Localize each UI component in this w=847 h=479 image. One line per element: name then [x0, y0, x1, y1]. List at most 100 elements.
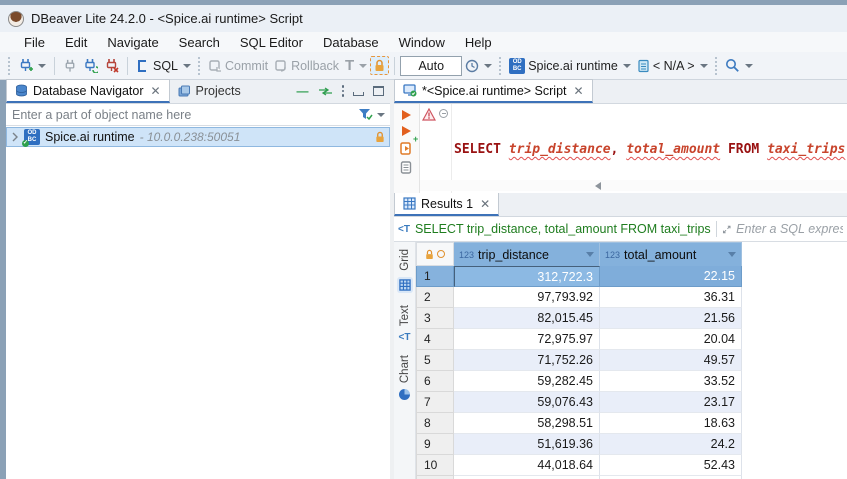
tab-projects[interactable]: Projects	[170, 79, 249, 103]
search-button[interactable]	[722, 56, 756, 75]
transaction-log-button[interactable]: T	[342, 55, 370, 76]
row-number[interactable]: 1	[416, 266, 454, 287]
cell-trip_distance[interactable]: 97,793.92	[454, 287, 600, 308]
expand-panel-icon[interactable]	[722, 223, 731, 236]
grid-corner-cell[interactable]	[416, 242, 454, 266]
scroll-left-icon[interactable]	[595, 182, 601, 190]
cell-total_amount[interactable]: 21.56	[600, 308, 742, 329]
cell-trip_distance[interactable]: 312,722.3	[454, 266, 600, 287]
new-connection-button[interactable]	[15, 56, 49, 75]
reconnect-button[interactable]	[80, 56, 101, 75]
cell-total_amount[interactable]: 24.2	[600, 434, 742, 455]
cell-total_amount[interactable]: 20.04	[600, 329, 742, 350]
cell-total_amount[interactable]: 36.31	[600, 287, 742, 308]
menu-edit[interactable]: Edit	[55, 33, 97, 52]
execute-statement-icon[interactable]	[402, 110, 411, 120]
cell-trip_distance[interactable]: 71,752.26	[454, 350, 600, 371]
menu-sql-editor[interactable]: SQL Editor	[230, 33, 313, 52]
sql-editor-button[interactable]: SQL	[133, 57, 194, 75]
menu-file[interactable]: File	[14, 33, 55, 52]
table-row[interactable]: 1044,018.6452.43	[416, 455, 742, 476]
row-number[interactable]: 4	[416, 329, 454, 350]
title-bar[interactable]: DBeaver Lite 24.2.0 - <Spice.ai runtime>…	[0, 5, 847, 32]
grid-presentation-icon[interactable]	[397, 277, 413, 293]
column-header-trip-distance[interactable]: 123 trip_distance	[454, 242, 600, 266]
connect-button[interactable]	[60, 57, 80, 75]
cell-trip_distance[interactable]: 72,975.97	[454, 329, 600, 350]
table-row[interactable]: 297,793.9236.31	[416, 287, 742, 308]
chevron-down-icon[interactable]	[484, 64, 492, 68]
menu-database[interactable]: Database	[313, 33, 389, 52]
rollback-button[interactable]: Rollback	[271, 57, 342, 75]
cell-total_amount[interactable]: 22.15	[600, 266, 742, 287]
view-menu-icon[interactable]	[342, 85, 345, 97]
row-number[interactable]: 5	[416, 350, 454, 371]
disconnect-button[interactable]	[101, 56, 122, 75]
link-with-editor-icon[interactable]	[318, 87, 333, 96]
menu-window[interactable]: Window	[389, 33, 455, 52]
text-presentation-icon[interactable]: <T	[399, 332, 411, 343]
autocommit-toggle-button[interactable]	[370, 56, 389, 75]
object-filter-input[interactable]	[6, 106, 358, 124]
cell-total_amount[interactable]: 18.63	[600, 413, 742, 434]
cell-trip_distance[interactable]: 44,018.64	[454, 455, 600, 476]
tab-results-1[interactable]: Results 1 ✕	[394, 192, 499, 216]
result-grid[interactable]: 123 trip_distance 123 total_amount 1312,…	[416, 242, 742, 479]
sort-indicator-icon[interactable]	[728, 252, 736, 257]
cell-total_amount[interactable]: 23.17	[600, 392, 742, 413]
table-row[interactable]: 759,076.4323.17	[416, 392, 742, 413]
row-number[interactable]: 10	[416, 455, 454, 476]
row-number[interactable]: 2	[416, 287, 454, 308]
fold-collapse-icon[interactable]	[439, 109, 448, 118]
table-row[interactable]: 858,298.5118.63	[416, 413, 742, 434]
active-schema-selector[interactable]: < N/A >	[634, 57, 711, 75]
sql-editor[interactable]: + SELECT trip_distance, total_amount FRO…	[394, 104, 847, 193]
chevron-down-icon[interactable]	[359, 64, 367, 68]
cell-total_amount[interactable]: 52.43	[600, 455, 742, 476]
sql-expression-placeholder[interactable]: Enter a SQL expression to	[736, 222, 843, 236]
row-number[interactable]: 7	[416, 392, 454, 413]
cell-trip_distance[interactable]: 82,015.45	[454, 308, 600, 329]
row-number[interactable]: 9	[416, 434, 454, 455]
table-row[interactable]: 951,619.3624.2	[416, 434, 742, 455]
table-row[interactable]: 472,975.9720.04	[416, 329, 742, 350]
chevron-down-icon[interactable]	[377, 113, 385, 117]
cell-total_amount[interactable]: 33.52	[600, 371, 742, 392]
side-tab-text-label[interactable]: Text	[399, 305, 411, 326]
execute-script-icon[interactable]	[400, 142, 413, 155]
close-icon[interactable]: ✕	[148, 84, 160, 98]
table-row[interactable]: 382,015.4521.56	[416, 308, 742, 329]
row-number[interactable]: 8	[416, 413, 454, 434]
tab-sql-script[interactable]: *<Spice.ai runtime> Script ✕	[394, 79, 593, 103]
column-header-total-amount[interactable]: 123 total_amount	[600, 242, 742, 266]
cell-trip_distance[interactable]: 59,282.45	[454, 371, 600, 392]
active-connection-selector[interactable]: ODBC Spice.ai runtime	[506, 56, 634, 76]
script-icon[interactable]	[400, 161, 413, 174]
chevron-down-icon[interactable]	[700, 64, 708, 68]
row-number[interactable]: 6	[416, 371, 454, 392]
close-icon[interactable]: ✕	[478, 197, 490, 211]
table-row[interactable]: 1312,722.322.15	[416, 266, 742, 287]
cell-total_amount[interactable]: 49.57	[600, 350, 742, 371]
cell-trip_distance[interactable]: 58,298.51	[454, 413, 600, 434]
menu-navigate[interactable]: Navigate	[97, 33, 168, 52]
table-row[interactable]: 571,752.2649.57	[416, 350, 742, 371]
chart-presentation-icon[interactable]	[399, 389, 410, 400]
side-tab-grid-label[interactable]: Grid	[399, 249, 411, 271]
collapse-all-icon[interactable]: —	[297, 84, 309, 98]
commit-mode-combo[interactable]: Auto	[400, 56, 462, 76]
transaction-history-button[interactable]	[462, 57, 495, 75]
cell-trip_distance[interactable]: 59,076.43	[454, 392, 600, 413]
cell-trip_distance[interactable]: 51,619.36	[454, 434, 600, 455]
commit-button[interactable]: Commit	[205, 57, 271, 75]
chevron-down-icon[interactable]	[623, 64, 631, 68]
menu-help[interactable]: Help	[455, 33, 502, 52]
chevron-down-icon[interactable]	[745, 64, 753, 68]
sort-indicator-icon[interactable]	[586, 252, 594, 257]
maximize-icon[interactable]	[373, 86, 384, 96]
row-number[interactable]: 3	[416, 308, 454, 329]
connection-tree-item[interactable]: ODBC✓ Spice.ai runtime - 10.0.0.238:5005…	[6, 127, 390, 147]
chevron-down-icon[interactable]	[38, 64, 46, 68]
horizontal-scrollbar[interactable]	[420, 180, 847, 191]
filter-funnel-icon[interactable]	[358, 108, 373, 121]
